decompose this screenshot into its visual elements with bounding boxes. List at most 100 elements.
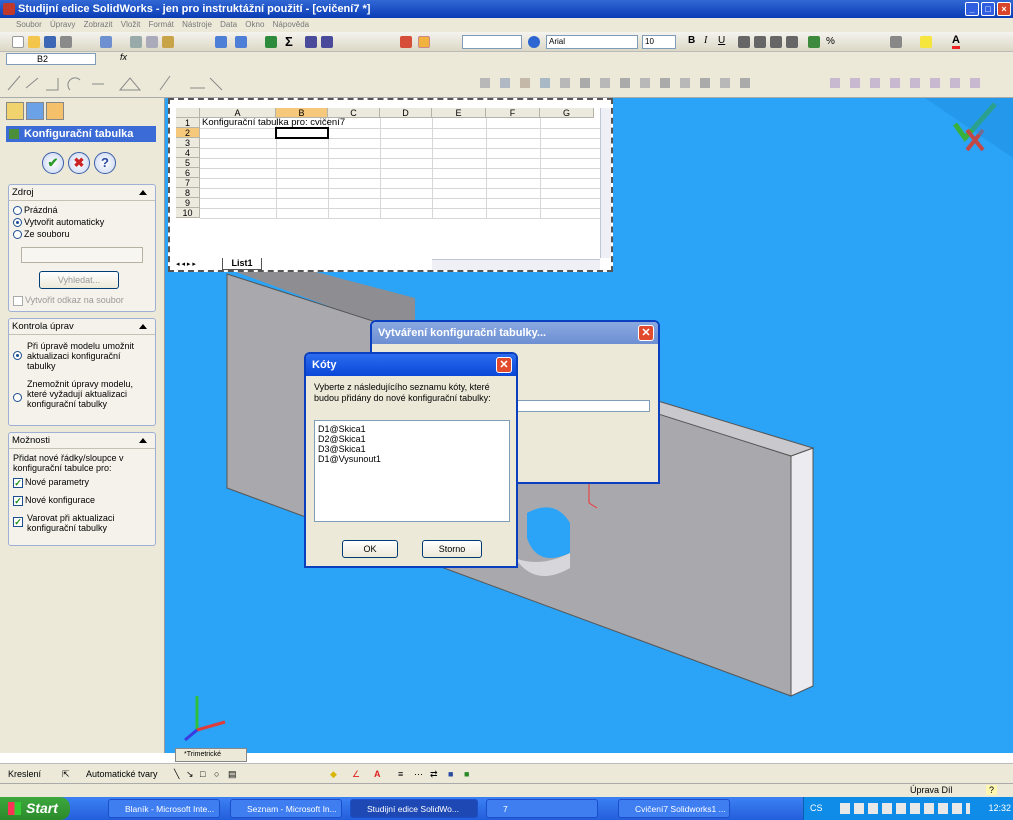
- taskbar-item[interactable]: Cvičení7 Solidworks1 ...: [618, 799, 730, 818]
- edit-deny-radio[interactable]: Znemožnit úpravy modelu, které vyžadují …: [13, 379, 143, 409]
- redo-icon[interactable]: [235, 36, 247, 48]
- ok-button[interactable]: OK: [342, 540, 398, 558]
- currency-icon[interactable]: [808, 36, 820, 48]
- close-button[interactable]: ×: [997, 2, 1011, 16]
- textbox-icon[interactable]: ▤: [228, 764, 237, 784]
- column-header[interactable]: E: [432, 108, 486, 118]
- font-select[interactable]: Arial: [546, 35, 638, 49]
- row-header[interactable]: 2: [176, 128, 200, 138]
- new-configs-checkbox[interactable]: ✓ Nové konfigurace: [13, 495, 95, 506]
- column-header[interactable]: G: [540, 108, 594, 118]
- save-icon[interactable]: [44, 36, 56, 48]
- list-item[interactable]: D3@Skica1: [318, 444, 506, 454]
- start-button[interactable]: Start: [0, 797, 70, 820]
- cancel-button[interactable]: Storno: [422, 540, 482, 558]
- column-header[interactable]: F: [486, 108, 540, 118]
- embedded-spreadsheet[interactable]: A B C D E F G 1 2 3 4 5 6 7 8 9 10 Konfi…: [168, 98, 613, 272]
- drawing-icon[interactable]: [418, 36, 430, 48]
- help-icon[interactable]: [528, 36, 540, 48]
- select-all-corner[interactable]: [176, 108, 200, 118]
- rectangle-icon[interactable]: □: [200, 764, 205, 784]
- taskbar-item[interactable]: Seznam - Microsoft In...: [230, 799, 342, 818]
- list-item[interactable]: D1@Vysunout1: [318, 454, 506, 464]
- hyperlink-icon[interactable]: [265, 36, 277, 48]
- spellcheck-icon[interactable]: [100, 36, 112, 48]
- options-header[interactable]: Možnosti: [9, 433, 155, 449]
- oval-icon[interactable]: ○: [214, 764, 219, 784]
- open-icon[interactable]: [28, 36, 40, 48]
- sketch-tools-icons[interactable]: [0, 66, 1013, 98]
- view-orientation-label[interactable]: *Trimetrické: [175, 748, 247, 762]
- sort-desc-icon[interactable]: [321, 36, 333, 48]
- row-header[interactable]: 7: [176, 178, 200, 188]
- menu-data[interactable]: Data: [220, 20, 237, 29]
- arrow-style-icon[interactable]: ⇄: [430, 764, 438, 784]
- font-color-icon[interactable]: A: [374, 764, 381, 784]
- edit-allow-radio[interactable]: Při úpravě modelu umožnit aktualizaci ko…: [13, 341, 143, 371]
- row-header[interactable]: 8: [176, 188, 200, 198]
- borders-icon[interactable]: [890, 36, 902, 48]
- autosum-icon[interactable]: Σ: [285, 34, 293, 49]
- list-item[interactable]: D1@Skica1: [318, 424, 506, 434]
- close-icon[interactable]: ✕: [638, 325, 654, 341]
- warn-update-checkbox[interactable]: ✓ Varovat při aktualizaci konfigurační ta…: [13, 513, 143, 533]
- copy-icon[interactable]: [146, 36, 158, 48]
- undo-icon[interactable]: [215, 36, 227, 48]
- arrow-icon[interactable]: ↘: [186, 764, 194, 784]
- row-header[interactable]: 6: [176, 168, 200, 178]
- browse-button[interactable]: Vyhledat...: [39, 271, 119, 289]
- row-header[interactable]: 4: [176, 148, 200, 158]
- align-center-icon[interactable]: [754, 36, 766, 48]
- row-header[interactable]: 5: [176, 158, 200, 168]
- edit-control-header[interactable]: Kontrola úprav: [9, 319, 155, 335]
- align-left-icon[interactable]: [738, 36, 750, 48]
- row-header[interactable]: 9: [176, 198, 200, 208]
- font-size-select[interactable]: 10: [642, 35, 676, 49]
- taskbar-item[interactable]: Studijní edice SolidWo...: [350, 799, 478, 818]
- menu-nastroje[interactable]: Nástroje: [182, 20, 212, 29]
- menu-zobrazit[interactable]: Zobrazit: [84, 20, 113, 29]
- line-style-icon[interactable]: ≡: [398, 764, 403, 784]
- autoshapes-menu[interactable]: Automatické tvary: [86, 764, 158, 784]
- draw-menu[interactable]: Kreslení: [8, 764, 41, 784]
- source-file-field[interactable]: [21, 247, 143, 263]
- collapse-icon[interactable]: [139, 438, 147, 443]
- propertymanager-tab-icon[interactable]: [26, 102, 44, 120]
- horizontal-scrollbar[interactable]: [432, 259, 600, 270]
- new-params-checkbox[interactable]: ✓ Nové parametry: [13, 477, 89, 488]
- select-objects-icon[interactable]: ⇱: [62, 764, 70, 784]
- menu-upravy[interactable]: Úpravy: [50, 20, 75, 29]
- status-help[interactable]: ?: [986, 785, 998, 795]
- taskbar-item[interactable]: Blaník - Microsoft Inte...: [108, 799, 220, 818]
- list-item[interactable]: D2@Skica1: [318, 434, 506, 444]
- dimensions-list[interactable]: D1@Skica1 D2@Skica1 D3@Skica1 D1@Vysunou…: [314, 420, 510, 522]
- sheet-tab-list1[interactable]: List1: [222, 258, 262, 270]
- percent-button[interactable]: %: [826, 36, 835, 47]
- fill-color-icon[interactable]: ◆: [330, 764, 337, 784]
- language-indicator[interactable]: CS: [810, 797, 823, 820]
- row-header[interactable]: 1: [176, 118, 200, 128]
- chart-wizard-icon[interactable]: [400, 36, 412, 48]
- print-icon[interactable]: [60, 36, 72, 48]
- menu-format[interactable]: Formát: [149, 20, 174, 29]
- line-color-icon[interactable]: ∠: [352, 764, 360, 784]
- ok-button[interactable]: ✔: [42, 152, 64, 174]
- line-icon[interactable]: ╲: [174, 764, 179, 784]
- cut-icon[interactable]: [130, 36, 142, 48]
- minimize-button[interactable]: _: [965, 2, 979, 16]
- collapse-icon[interactable]: [139, 190, 147, 195]
- dash-style-icon[interactable]: ⋯: [414, 764, 423, 784]
- featuremanager-tab-icon[interactable]: [6, 102, 24, 120]
- source-file-radio[interactable]: Ze souboru: [13, 229, 70, 240]
- fill-color-icon[interactable]: [920, 36, 932, 48]
- zoom-select[interactable]: [462, 35, 522, 49]
- cancel-button[interactable]: ✖: [68, 152, 90, 174]
- source-header[interactable]: Zdroj: [9, 185, 155, 201]
- maximize-button[interactable]: □: [981, 2, 995, 16]
- 3d-icon[interactable]: ■: [464, 764, 469, 784]
- collapse-icon[interactable]: [139, 324, 147, 329]
- italic-button[interactable]: I: [704, 35, 707, 46]
- font-color-button[interactable]: A: [952, 34, 960, 49]
- taskbar-item[interactable]: 7: [486, 799, 598, 818]
- name-box[interactable]: B2: [6, 53, 96, 65]
